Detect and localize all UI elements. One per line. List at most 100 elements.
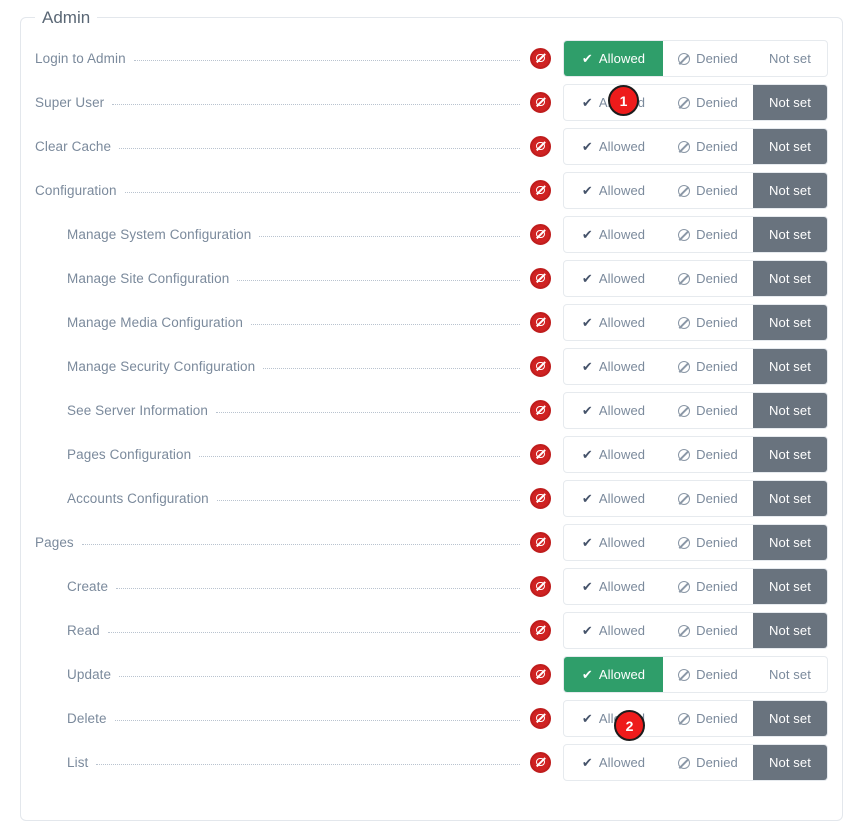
not-set-button-label: Not set: [769, 94, 811, 110]
not-set-button[interactable]: Not set: [753, 612, 827, 648]
allowed-button[interactable]: ✔Allowed: [564, 569, 663, 604]
fieldset-legend: Admin: [42, 8, 91, 27]
not-set-button[interactable]: Not set: [753, 260, 827, 296]
denied-button[interactable]: Denied: [663, 393, 753, 428]
denied-button[interactable]: Denied: [663, 525, 753, 560]
denied-button[interactable]: Denied: [663, 569, 753, 604]
allowed-button-label: Allowed: [598, 226, 646, 242]
dotted-leader: [237, 279, 520, 281]
allowed-button[interactable]: ✔Allowed: [564, 481, 663, 516]
allowed-button-label: Allowed: [598, 402, 646, 418]
not-set-button[interactable]: Not set: [753, 700, 827, 736]
check-icon: ✔: [581, 578, 593, 594]
not-set-button[interactable]: Not set: [753, 568, 827, 604]
allowed-button[interactable]: ✔ Allowed: [564, 393, 663, 428]
ban-icon: [678, 669, 691, 681]
not-set-button[interactable]: Not set: [753, 216, 827, 252]
permission-label-wrap: Manage System Configuration: [35, 227, 526, 242]
allowed-button[interactable]: ✔Allowed: [564, 217, 663, 252]
not-set-button[interactable]: Not set: [753, 304, 827, 340]
denied-button[interactable]: Denied: [663, 613, 753, 648]
not-set-button[interactable]: Not set: [753, 348, 827, 384]
dotted-leader: [112, 103, 520, 105]
denied-button-label: Denied: [696, 446, 738, 462]
not-set-button-label: Not set: [769, 490, 811, 506]
allowed-button-label: Allowed: [598, 138, 646, 154]
permission-label-wrap: Configuration: [35, 183, 526, 198]
denied-button[interactable]: Denied: [663, 129, 753, 164]
permission-label: Read: [67, 622, 100, 638]
permission-label-wrap: Pages: [35, 535, 526, 550]
allowed-button[interactable]: ✔Allowed: [564, 613, 663, 648]
allowed-button[interactable]: ✔Allowed: [564, 656, 663, 692]
denied-button[interactable]: Denied: [663, 745, 753, 780]
permission-state-button-group: ✔AllowedDeniedNot set: [563, 699, 828, 737]
permission-label: Super User: [35, 94, 105, 110]
denied-button[interactable]: Denied: [663, 173, 753, 208]
denied-button[interactable]: Denied: [663, 85, 753, 120]
denied-button[interactable]: Denied: [663, 305, 753, 340]
not-set-button[interactable]: Not set: [753, 128, 827, 164]
permission-label-wrap: Pages Configuration: [35, 447, 526, 462]
denied-button[interactable]: Denied: [663, 437, 753, 472]
ban-icon: [678, 141, 691, 153]
not-set-button[interactable]: Not set: [753, 436, 827, 472]
allowed-button[interactable]: ✔Allowed: [564, 525, 663, 560]
allowed-button-label: Allowed: [598, 622, 646, 638]
permission-state-button-group: ✔ Allowed DeniedNot set: [563, 391, 828, 429]
allowed-button[interactable]: ✔Allowed: [564, 173, 663, 208]
check-icon: ✔: [581, 314, 593, 330]
denied-status-icon: [530, 531, 551, 553]
denied-status-icon: [530, 487, 551, 509]
ban-icon: [678, 493, 691, 505]
denied-status-icon: [530, 311, 551, 333]
denied-status-icon: [530, 707, 551, 729]
not-set-button-label: Not set: [769, 314, 811, 330]
not-set-button[interactable]: Not set: [753, 172, 827, 208]
denied-button[interactable]: Denied: [663, 349, 753, 384]
ban-icon: [678, 53, 691, 65]
not-set-button[interactable]: Not set: [753, 657, 827, 692]
check-icon: ✔: [581, 534, 593, 550]
allowed-button[interactable]: ✔Allowed: [564, 349, 663, 384]
check-icon: ✔: [581, 402, 593, 418]
allowed-button[interactable]: ✔Allowed: [564, 305, 663, 340]
allowed-button-label: Allowed: [598, 182, 646, 198]
denied-status-icon: [530, 47, 551, 69]
ban-icon: [678, 317, 691, 329]
denied-status-icon: [530, 663, 551, 685]
permission-label-wrap: Clear Cache: [35, 139, 526, 154]
permission-row: Update ✔ Allowed Denied Not set: [35, 652, 828, 696]
permission-label-wrap: Manage Site Configuration: [35, 271, 526, 286]
denied-button[interactable]: Denied: [663, 261, 753, 296]
denied-button[interactable]: Denied: [663, 701, 753, 736]
ban-icon: [678, 713, 691, 725]
denied-button[interactable]: Denied: [663, 41, 753, 76]
allowed-button[interactable]: ✔Allowed: [564, 745, 663, 780]
permission-label: Login to Admin: [35, 50, 126, 66]
permission-row: List ✔ Allowed Denied Not set: [35, 740, 828, 784]
allowed-button[interactable]: ✔Allowed: [564, 701, 663, 736]
not-set-button[interactable]: Not set: [753, 744, 827, 780]
check-icon: ✔: [581, 490, 593, 506]
not-set-button-label: Not set: [769, 666, 811, 682]
allowed-button[interactable]: ✔Allowed: [564, 40, 663, 76]
denied-status-icon: [530, 355, 551, 377]
not-set-button[interactable]: Not set: [753, 41, 827, 76]
not-set-button[interactable]: Not set: [753, 480, 827, 516]
permission-label-wrap: Manage Security Configuration: [35, 359, 526, 374]
denied-button[interactable]: Denied: [663, 481, 753, 516]
dotted-leader: [124, 191, 520, 193]
allowed-button[interactable]: ✔Allowed: [564, 437, 663, 472]
permission-state-button-group: ✔AllowedDeniedNot set: [563, 259, 828, 297]
denied-button[interactable]: Denied: [663, 657, 753, 692]
dotted-leader: [116, 587, 520, 589]
dotted-leader: [199, 455, 520, 457]
dotted-leader: [259, 235, 520, 237]
denied-button[interactable]: Denied: [663, 217, 753, 252]
allowed-button[interactable]: ✔Allowed: [564, 129, 663, 164]
allowed-button[interactable]: ✔Allowed: [564, 261, 663, 296]
not-set-button[interactable]: Not set: [753, 392, 827, 428]
not-set-button[interactable]: Not set: [753, 524, 827, 560]
not-set-button[interactable]: Not set: [753, 84, 827, 120]
